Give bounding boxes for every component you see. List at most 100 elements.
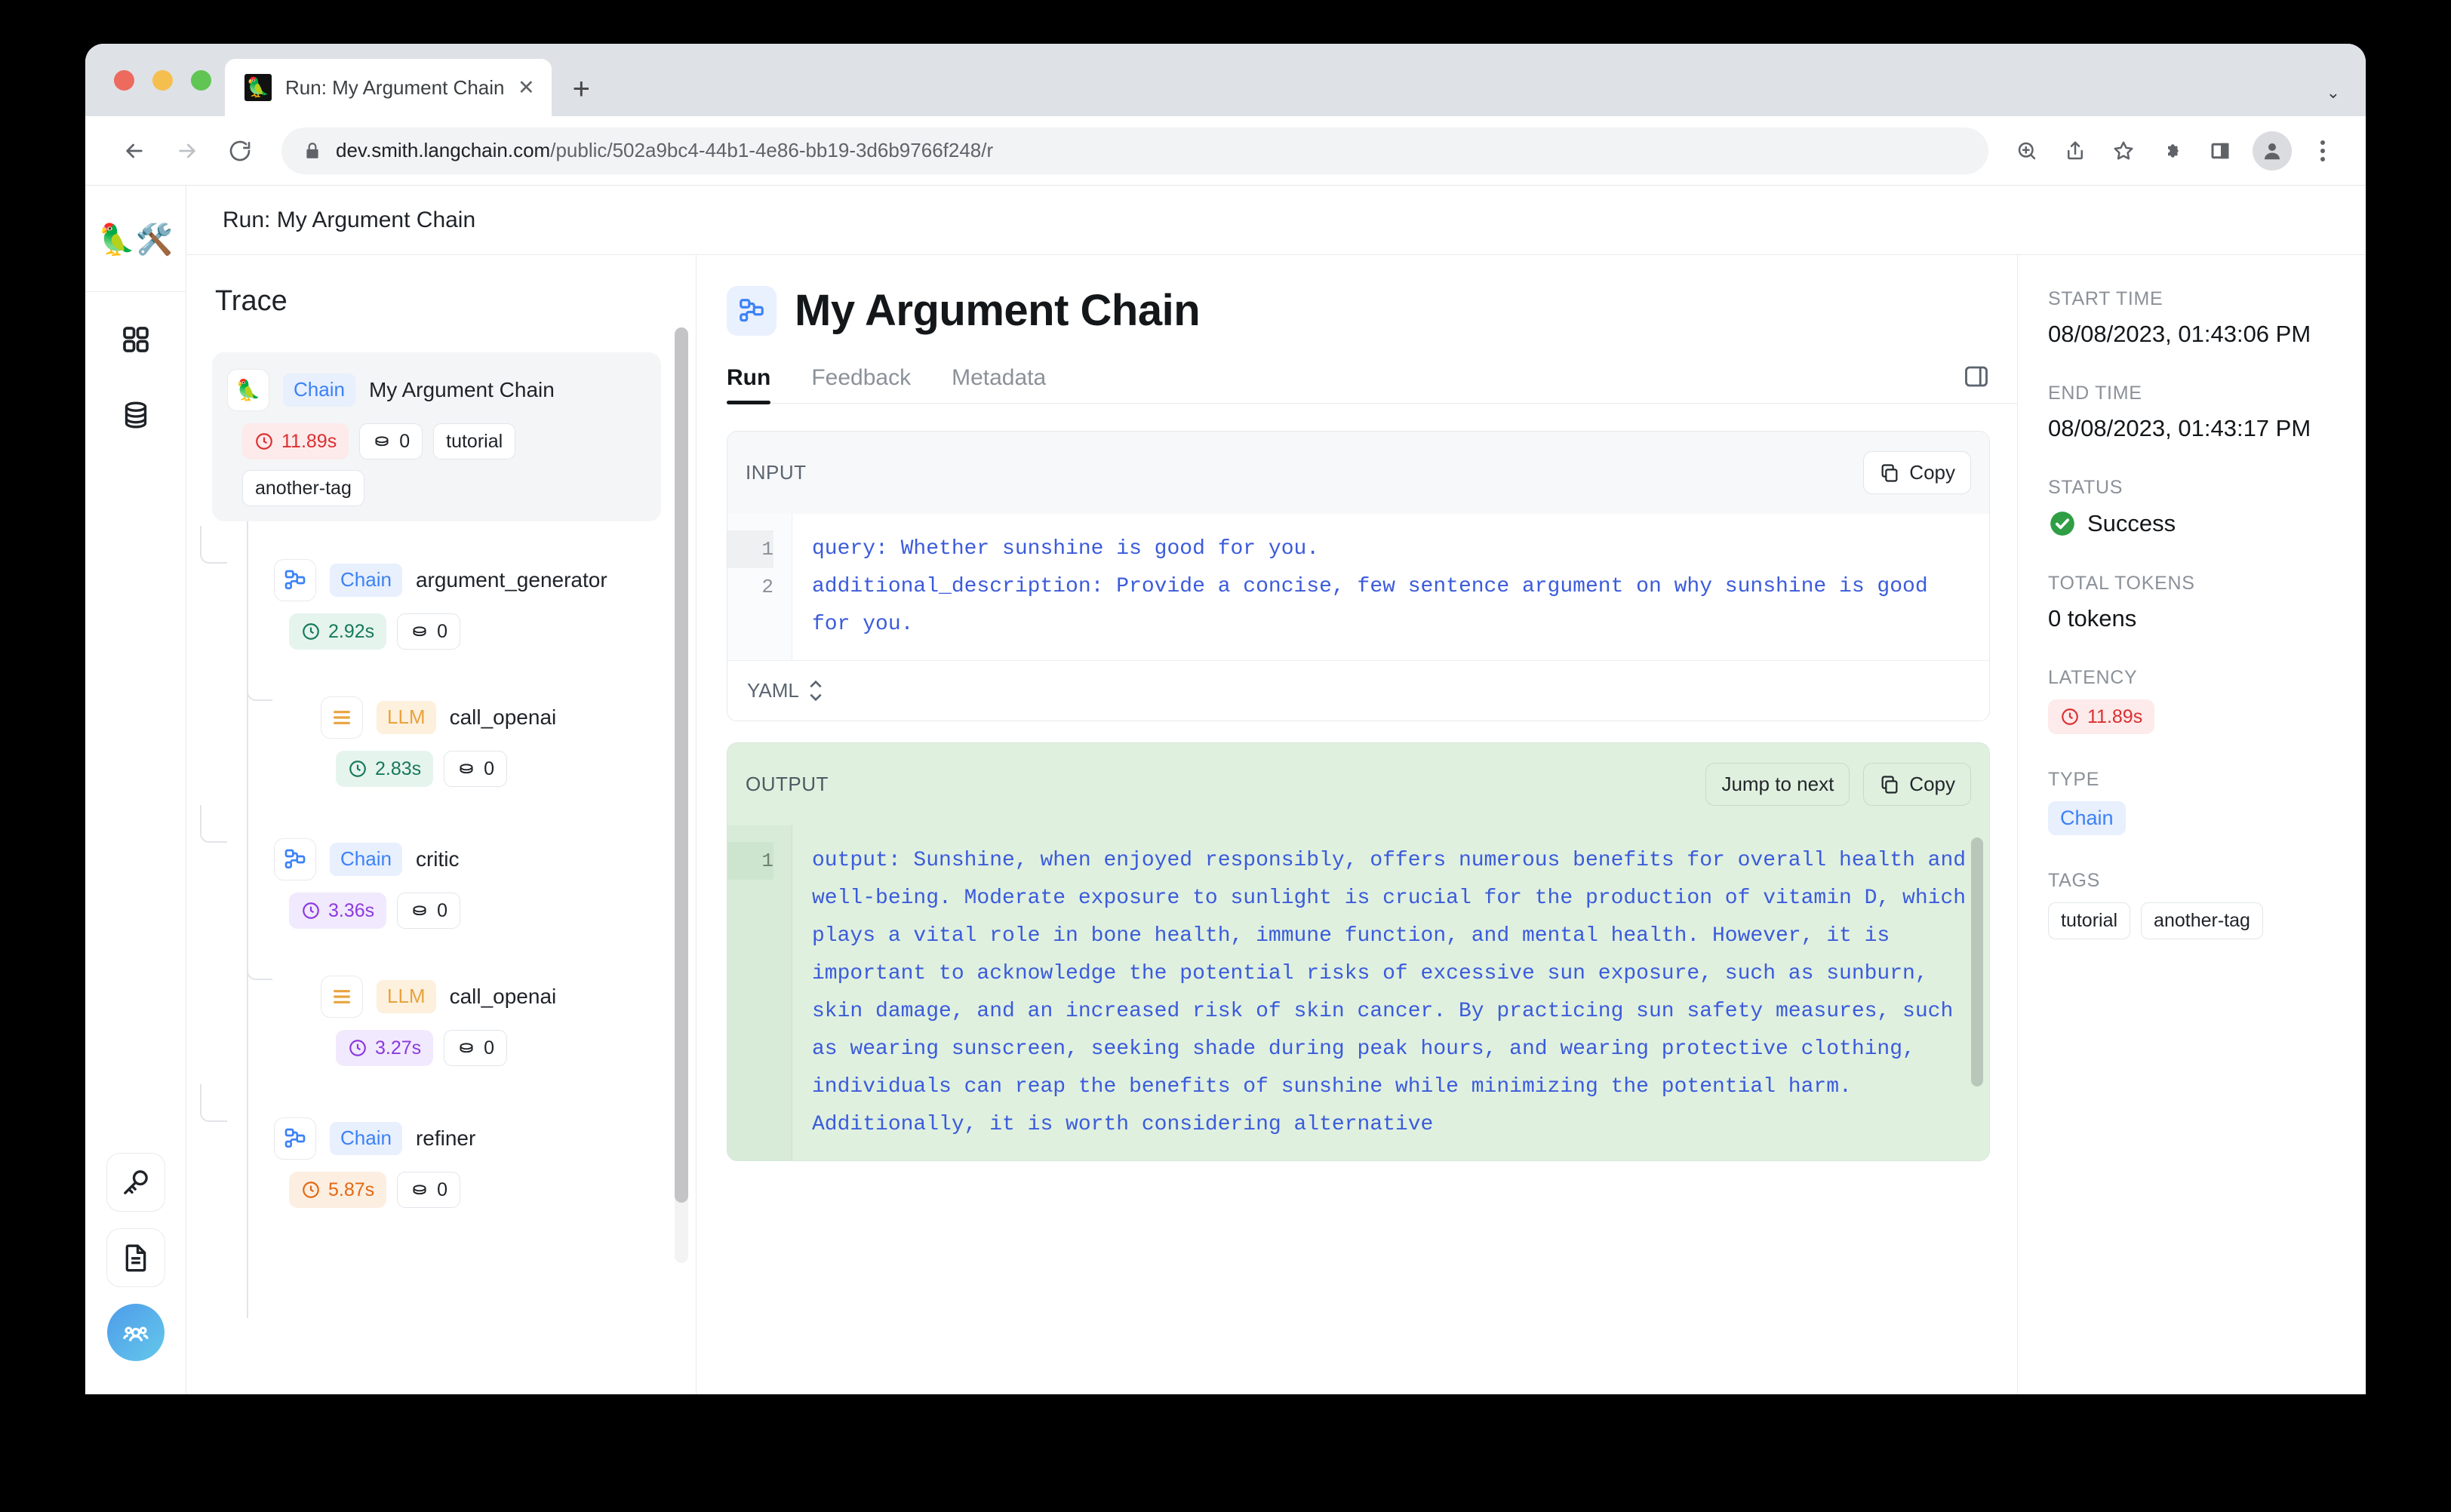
trace-node-meta: 3.27s 0	[321, 1030, 646, 1066]
latency-pill: 2.83s	[336, 751, 434, 787]
trace-tree: 🦜 Chain My Argument Chain 11.89s 0 tutor…	[200, 352, 696, 1318]
output-scrollbar[interactable]	[1971, 837, 1983, 1160]
grid-icon	[122, 327, 149, 352]
token-icon	[375, 436, 389, 447]
sidebar-item-datasets[interactable]	[108, 387, 164, 443]
extensions-puzzle-icon[interactable]	[2151, 131, 2192, 171]
trace-node-root[interactable]: 🦜 Chain My Argument Chain 11.89s 0 tutor…	[212, 352, 661, 521]
organization-avatar[interactable]	[106, 1304, 165, 1361]
tab-run[interactable]: Run	[727, 365, 771, 404]
input-actions: Copy	[1863, 451, 1971, 494]
trace-scrollbar-thumb[interactable]	[675, 327, 688, 1203]
token-count-pill: 0	[444, 751, 508, 787]
status-value: Success	[2087, 510, 2176, 536]
copy-icon	[1881, 463, 1898, 482]
output-actions: Jump to next Copy	[1705, 763, 1971, 806]
jump-to-next-button[interactable]: Jump to next	[1705, 763, 1850, 806]
copy-input-button[interactable]: Copy	[1863, 451, 1971, 494]
trace-node-card[interactable]: LLM call_openai 3.27s 0	[306, 959, 661, 1081]
browser-toolbar: dev.smith.langchain.com/public/502a9bc4-…	[85, 116, 2366, 186]
line-number: 1	[727, 842, 773, 880]
copy-output-button[interactable]: Copy	[1863, 763, 1971, 806]
trace-node-name: argument_generator	[415, 568, 607, 592]
trace-node-card[interactable]: Chain refiner 5.87s 0	[259, 1101, 661, 1223]
trace-node-critic[interactable]: Chain critic 3.36s 0	[200, 805, 661, 944]
tags-label: TAGS	[2048, 870, 2101, 891]
run-type-badge: LLM	[377, 701, 436, 734]
tree-elbow	[200, 805, 227, 843]
side-panel-icon[interactable]	[2200, 131, 2240, 171]
run-tabs: Run Feedback Metadata	[727, 363, 2017, 404]
run-metadata-sidebar: START TIME 08/08/2023, 01:43:06 PM END T…	[2017, 255, 2366, 1394]
langchain-logo[interactable]: 🦜🛠️	[98, 225, 174, 255]
input-text[interactable]: query: Whether sunshine is good for you.…	[792, 514, 1989, 660]
input-line-numbers: 1 2	[727, 514, 792, 660]
side-panel-toggle-icon[interactable]	[1963, 363, 1990, 394]
window-traffic-lights	[108, 44, 225, 116]
lock-icon	[306, 142, 318, 158]
key-icon	[123, 1170, 148, 1194]
token-icon	[413, 1185, 426, 1195]
sidebar-item-api-keys[interactable]	[106, 1153, 165, 1212]
output-card: OUTPUT Jump to next Copy 1 output: Sunsh…	[727, 742, 1990, 1161]
trace-scrollbar[interactable]	[675, 327, 688, 1263]
io-scroll-area: INPUT Copy 1 2 query: Whether sunshine i…	[727, 404, 1990, 1394]
trace-node-card[interactable]: Chain argument_generator 2.92s 0	[259, 542, 661, 665]
type-badge: Chain	[2048, 801, 2126, 835]
trace-node-card[interactable]: LLM call_openai 2.83s 0	[306, 680, 661, 802]
sidebar-item-projects[interactable]	[108, 312, 164, 367]
zoom-in-icon[interactable]	[2007, 131, 2047, 171]
success-check-icon	[2050, 512, 2074, 536]
browser-tab-strip: 🦜 Run: My Argument Chain - Lan ✕ + ⌄	[85, 44, 2366, 116]
trace-node-card[interactable]: Chain critic 3.36s 0	[259, 822, 661, 944]
trace-node-argument-generator[interactable]: Chain argument_generator 2.92s 0	[200, 526, 661, 665]
toolbar-icons	[2007, 131, 2340, 171]
input-format-label: YAML	[747, 679, 799, 702]
bookmark-star-icon[interactable]	[2103, 131, 2144, 171]
tab-list-menu-button[interactable]: ⌄	[2326, 83, 2340, 103]
maximize-window-button[interactable]	[191, 69, 211, 91]
app-body: 🦜🛠️ Run: My Argument Chain Trace 🦜 Chain…	[85, 186, 2366, 1394]
new-tab-button[interactable]: +	[573, 74, 590, 104]
chrome-menu-icon[interactable]	[2305, 140, 2340, 161]
chain-node-icon	[274, 838, 316, 880]
end-time-block: END TIME 08/08/2023, 01:43:17 PM	[2048, 383, 2336, 442]
input-format-selector[interactable]: YAML	[727, 660, 1989, 721]
address-bar-url: dev.smith.langchain.com/public/502a9bc4-…	[336, 139, 994, 161]
output-scrollbar-thumb[interactable]	[1971, 837, 1983, 1086]
sidebar-item-docs[interactable]	[106, 1228, 165, 1287]
trace-node-header: Chain refiner	[274, 1117, 646, 1160]
latency-block: LATENCY 11.89s	[2048, 667, 2336, 734]
total-tokens-value: 0 tokens	[2048, 605, 2137, 632]
tab-feedback[interactable]: Feedback	[811, 365, 911, 403]
close-window-button[interactable]	[114, 69, 134, 91]
total-tokens-label: TOTAL TOKENS	[2048, 573, 2195, 594]
trace-node-call-openai-2[interactable]: LLM call_openai 3.27s 0	[212, 920, 661, 1081]
forward-button[interactable]	[164, 128, 211, 174]
trace-node-header: Chain critic	[274, 838, 646, 880]
chevron-updown-icon[interactable]	[808, 679, 823, 702]
latency-pill-wrap: 11.89s	[2048, 699, 2336, 734]
trace-node-call-openai-1[interactable]: LLM call_openai 2.83s 0	[212, 641, 661, 802]
output-label: OUTPUT	[746, 773, 829, 795]
trace-node-refiner[interactable]: Chain refiner 5.87s 0	[200, 1084, 661, 1223]
clock-icon	[349, 1040, 366, 1056]
trace-node-meta: 2.92s 0	[274, 613, 646, 650]
minimize-window-button[interactable]	[152, 69, 173, 91]
close-tab-button[interactable]: ✕	[518, 77, 535, 98]
output-text[interactable]: output: Sunshine, when enjoyed responsib…	[792, 825, 1989, 1160]
back-button[interactable]	[111, 128, 158, 174]
input-label: INPUT	[746, 461, 807, 484]
output-code-area: 1 output: Sunshine, when enjoyed respons…	[727, 825, 1989, 1160]
profile-avatar-icon[interactable]	[2253, 131, 2292, 171]
reload-button[interactable]	[217, 128, 263, 174]
tab-metadata[interactable]: Metadata	[952, 365, 1046, 403]
browser-tab[interactable]: 🦜 Run: My Argument Chain - Lan ✕	[225, 59, 552, 116]
run-type-badge: Chain	[330, 564, 402, 597]
token-count-pill: 0	[359, 423, 423, 459]
run-title-row: My Argument Chain	[727, 285, 1990, 336]
trace-node-card[interactable]: 🦜 Chain My Argument Chain 11.89s 0 tutor…	[212, 352, 661, 521]
address-bar[interactable]: dev.smith.langchain.com/public/502a9bc4-…	[281, 127, 1988, 174]
input-code-area: 1 2 query: Whether sunshine is good for …	[727, 514, 1989, 660]
share-icon[interactable]	[2055, 131, 2096, 171]
